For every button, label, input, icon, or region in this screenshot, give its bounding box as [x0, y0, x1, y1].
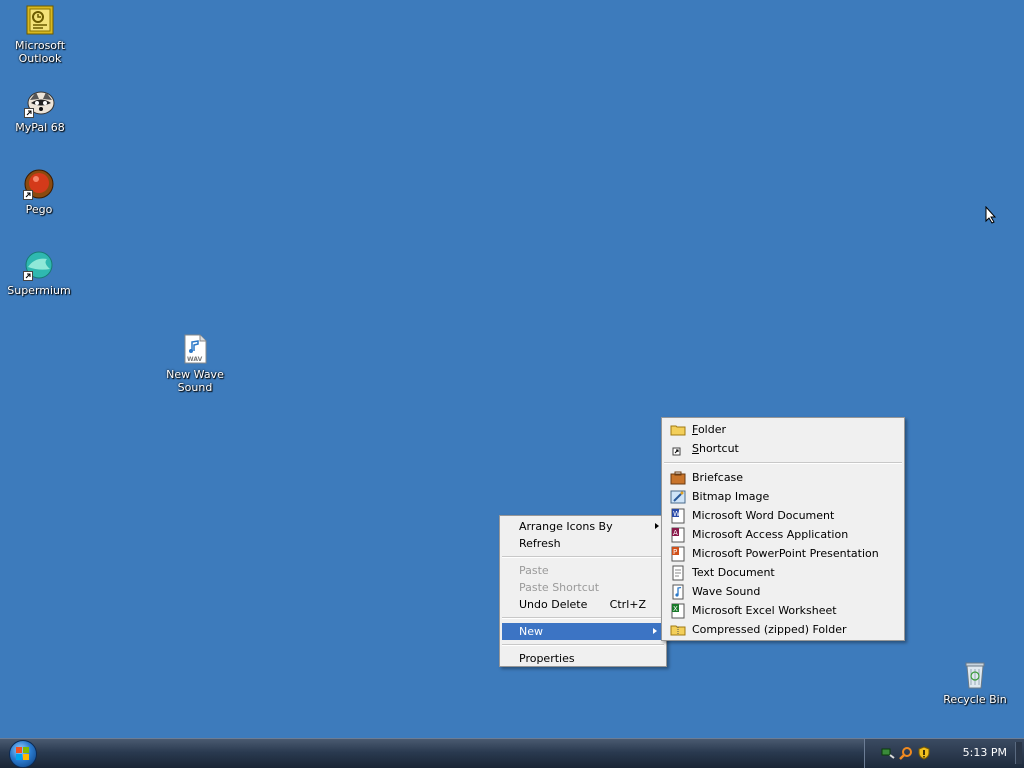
- menu-item-paste: Paste: [500, 562, 666, 579]
- start-button[interactable]: [9, 740, 37, 768]
- wav-badge: WAV: [187, 356, 203, 363]
- pego-icon: [23, 168, 55, 200]
- submenu-item-shortcut[interactable]: Shortcut: [662, 439, 904, 458]
- menu-item-label: Text Document: [692, 566, 775, 579]
- search-icon[interactable]: [899, 746, 913, 760]
- wav-file-icon: WAV: [179, 333, 211, 365]
- menu-item-label: Microsoft Word Document: [692, 509, 835, 522]
- menu-item-mnemonic: S: [692, 442, 699, 455]
- briefcase-icon: [670, 470, 686, 486]
- submenu-item-wave-sound[interactable]: Wave Sound: [662, 582, 904, 601]
- submenu-item-powerpoint-presentation[interactable]: P Microsoft PowerPoint Presentation: [662, 544, 904, 563]
- desktop-icon-label: MyPal 68: [15, 121, 65, 134]
- menu-item-label: Microsoft PowerPoint Presentation: [692, 547, 879, 560]
- desktop-icon-mypal[interactable]: MyPal 68: [2, 86, 78, 134]
- submenu-item-word-document[interactable]: W Microsoft Word Document: [662, 506, 904, 525]
- menu-item-label: Paste: [519, 564, 549, 577]
- menu-item-paste-shortcut: Paste Shortcut: [500, 579, 666, 596]
- submenu-arrow-icon: [655, 523, 659, 529]
- submenu-item-access-application[interactable]: A Microsoft Access Application: [662, 525, 904, 544]
- submenu-item-text-document[interactable]: Text Document: [662, 563, 904, 582]
- outlook-icon: [24, 4, 56, 36]
- shortcut-arrow-icon: [23, 190, 33, 200]
- desktop-icon-label: Sound: [177, 381, 213, 394]
- word-document-icon: W: [670, 508, 686, 524]
- menu-item-label: Wave Sound: [692, 585, 761, 598]
- menu-item-label: Microsoft Excel Worksheet: [692, 604, 837, 617]
- desktop-icon-label: Recycle Bin: [943, 693, 1007, 706]
- menu-item-label: New: [519, 625, 543, 638]
- menu-item-label: Paste Shortcut: [519, 581, 600, 594]
- network-icon[interactable]: [881, 746, 895, 760]
- menu-item-new[interactable]: New: [502, 623, 664, 640]
- menu-item-shortcut: Ctrl+Z: [609, 598, 646, 611]
- desktop-icon-pego[interactable]: Pego: [1, 168, 77, 216]
- menu-item-label: Arrange Icons By: [519, 520, 613, 533]
- desktop-icon-label: Pego: [25, 203, 53, 216]
- shortcut-arrow-icon: [23, 271, 33, 281]
- desktop-icon-microsoft-outlook[interactable]: Microsoft Outlook: [2, 4, 78, 65]
- bitmap-image-icon: [670, 489, 686, 505]
- desktop-icon-recycle-bin[interactable]: Recycle Bin: [937, 658, 1013, 706]
- menu-item-label: Undo Delete: [519, 598, 588, 611]
- menu-item-label: Compressed (zipped) Folder: [692, 623, 847, 636]
- desktop-icon-label: Supermium: [7, 284, 71, 297]
- supermium-icon: [23, 249, 55, 281]
- desktop-icon-label: Microsoft: [14, 39, 66, 52]
- folder-icon: [670, 422, 686, 438]
- menu-item-label: Briefcase: [692, 471, 744, 484]
- shortcut-icon: [670, 441, 686, 457]
- desktop-icon-new-wave-sound[interactable]: WAV New Wave Sound: [157, 333, 233, 394]
- text-document-icon: [670, 565, 686, 581]
- mouse-cursor-icon: [985, 205, 997, 227]
- taskbar-clock[interactable]: 5:13 PM: [963, 746, 1007, 759]
- taskbar: 5:13 PM: [0, 738, 1024, 768]
- wave-sound-icon: [670, 584, 686, 600]
- menu-separator: [502, 556, 664, 558]
- submenu-item-briefcase[interactable]: Briefcase: [662, 468, 904, 487]
- menu-separator: [664, 462, 902, 464]
- menu-item-properties[interactable]: Properties: [500, 650, 666, 667]
- submenu-arrow-icon: [653, 628, 657, 634]
- desktop-icon-label: New Wave: [166, 368, 224, 381]
- desktop-icon-supermium[interactable]: Supermium: [1, 249, 77, 297]
- menu-separator: [502, 617, 664, 619]
- mypal-icon: [24, 86, 56, 118]
- menu-item-refresh[interactable]: Refresh: [500, 535, 666, 552]
- submenu-item-bitmap-image[interactable]: Bitmap Image: [662, 487, 904, 506]
- menu-separator: [502, 644, 664, 646]
- excel-worksheet-icon: X: [670, 603, 686, 619]
- svg-text:W: W: [673, 510, 680, 518]
- recycle-bin-icon: [959, 658, 991, 690]
- security-shield-icon[interactable]: [917, 746, 931, 760]
- menu-item-label: hortcut: [698, 442, 739, 455]
- submenu-item-zipped-folder[interactable]: Compressed (zipped) Folder: [662, 620, 904, 639]
- new-submenu: Folder Shortcut Briefcase Bitmap Image W…: [661, 417, 905, 641]
- submenu-item-folder[interactable]: Folder: [662, 420, 904, 439]
- system-tray: 5:13 PM: [864, 739, 1024, 768]
- shortcut-arrow-icon: [24, 108, 34, 118]
- menu-item-label: Microsoft Access Application: [692, 528, 849, 541]
- menu-item-label: older: [697, 423, 726, 436]
- menu-item-label: Bitmap Image: [692, 490, 770, 503]
- svg-text:P: P: [673, 548, 677, 556]
- desktop-context-menu: Arrange Icons By Refresh Paste Paste Sho…: [499, 515, 667, 667]
- taskbar-grip: [1015, 742, 1022, 764]
- svg-text:X: X: [673, 605, 678, 613]
- menu-item-arrange-icons-by[interactable]: Arrange Icons By: [500, 518, 666, 535]
- powerpoint-presentation-icon: P: [670, 546, 686, 562]
- desktop-icon-label: Outlook: [18, 52, 62, 65]
- menu-item-undo-delete[interactable]: Undo Delete Ctrl+Z: [500, 596, 666, 613]
- access-application-icon: A: [670, 527, 686, 543]
- zipped-folder-icon: [670, 622, 686, 638]
- menu-item-label: Properties: [519, 652, 575, 665]
- submenu-item-excel-worksheet[interactable]: X Microsoft Excel Worksheet: [662, 601, 904, 620]
- windows-logo-icon: [16, 747, 29, 760]
- svg-text:A: A: [673, 529, 678, 537]
- menu-item-label: Refresh: [519, 537, 561, 550]
